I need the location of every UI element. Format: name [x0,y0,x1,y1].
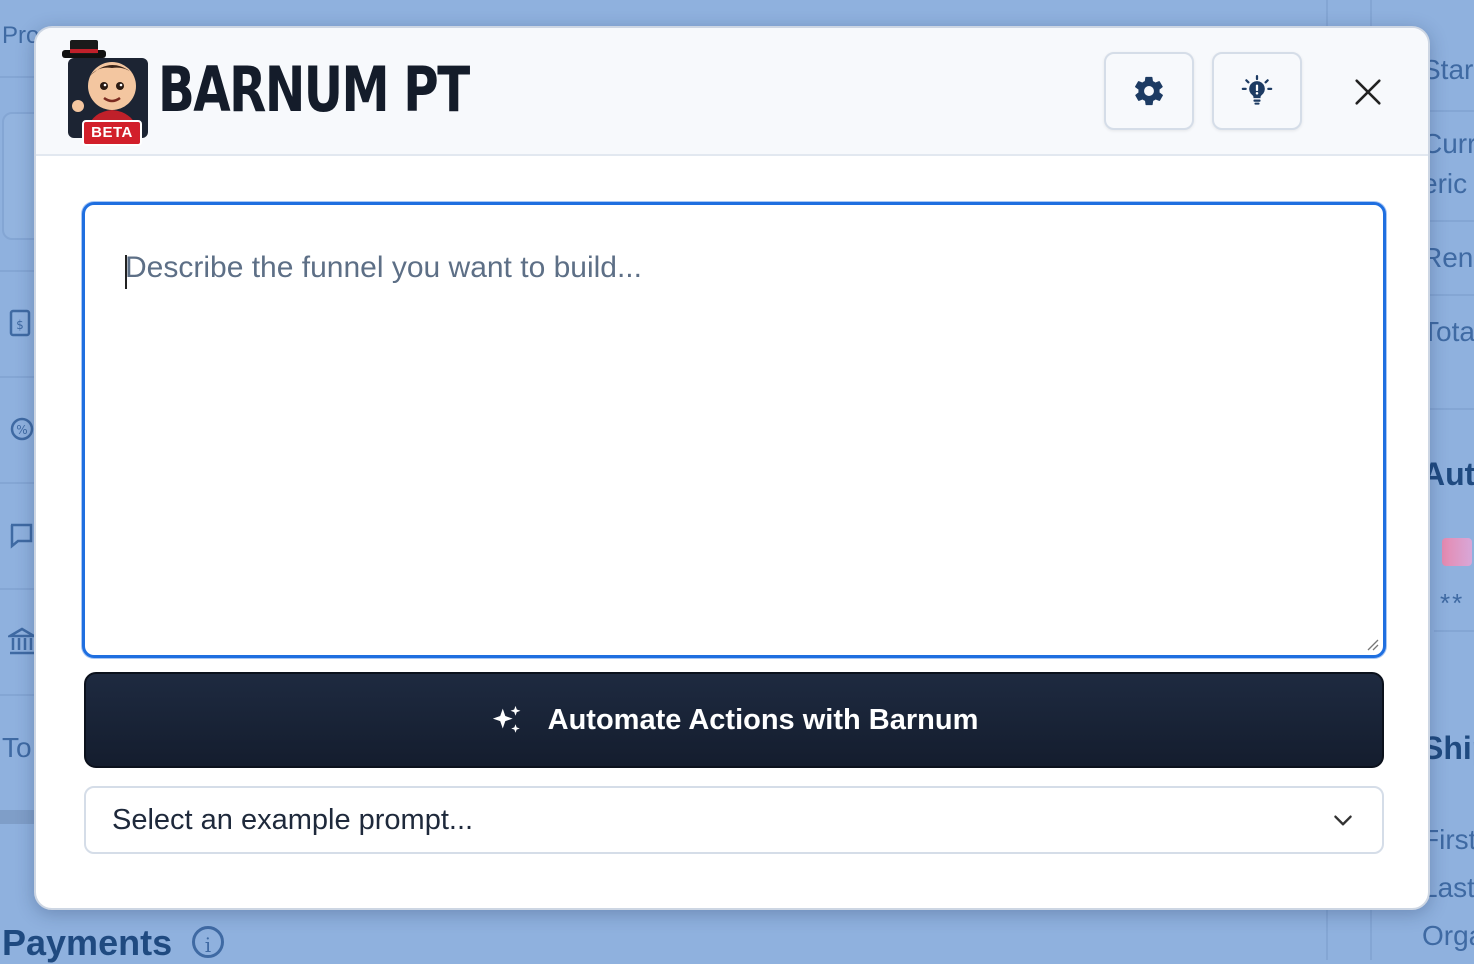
resize-handle[interactable] [1365,637,1379,651]
example-prompt-selected: Select an example prompt... [112,804,474,836]
svg-text:$: $ [16,318,24,332]
automate-button-label: Automate Actions with Barnum [547,703,979,736]
bg-label: Orga [1422,920,1474,951]
tips-button[interactable] [1212,52,1302,130]
bg-divider [0,76,36,78]
gear-icon [1135,76,1163,106]
svg-text:%: % [16,423,27,437]
modal-header: BETA BARNUM PT [36,28,1428,156]
funnel-prompt-container [82,202,1386,658]
bg-divider [0,270,36,272]
bg-label: To [2,732,32,763]
settings-button[interactable] [1104,52,1194,130]
automate-actions-button[interactable]: Automate Actions with Barnum [84,672,1384,768]
chevron-down-icon [1334,815,1352,826]
card-brand-logo [1442,538,1472,566]
bank-icon [5,626,39,656]
lightbulb-icon [1241,74,1273,105]
bg-section-title: Payments [2,922,173,963]
example-prompt-select[interactable]: Select an example prompt... [84,786,1384,854]
sparkles-icon [492,705,521,733]
app-title: BARNUM PT [158,53,470,126]
discount-icon: % [8,414,36,444]
bg-divider [1434,630,1474,632]
bg-divider [0,482,36,484]
info-icon: i [192,926,224,958]
chat-icon [8,520,36,550]
bg-divider [0,588,36,590]
bg-divider [0,694,36,696]
funnel-prompt-input[interactable] [85,205,1383,655]
barnum-modal: BETA BARNUM PT Describe the funnel you w… [34,26,1430,910]
invoice-icon: $ [8,308,36,338]
close-button[interactable] [1340,64,1396,120]
text-caret [125,255,127,289]
beta-badge: BETA [82,120,142,146]
close-icon [1355,79,1381,105]
masked-card-number: ** [1440,588,1465,618]
bg-scrollbar [0,810,34,824]
bg-divider [0,376,36,378]
